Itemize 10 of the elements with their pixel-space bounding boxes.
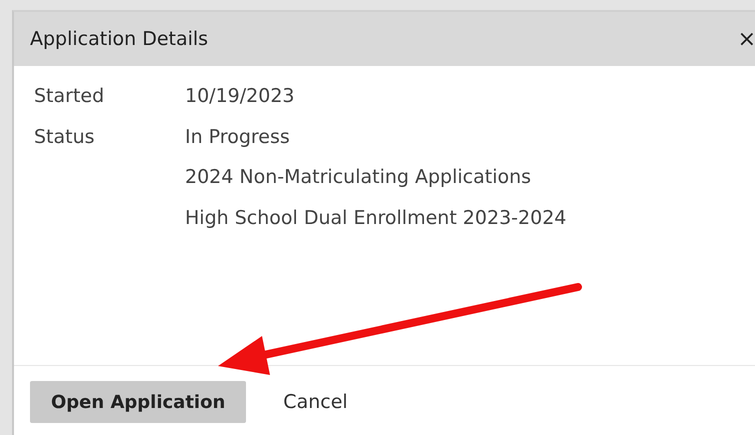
field-value: High School Dual Enrollment 2023-2024 xyxy=(185,206,566,228)
open-application-button[interactable]: Open Application xyxy=(30,381,246,423)
cancel-button[interactable]: Cancel xyxy=(262,381,369,423)
field-label: Started xyxy=(34,85,106,107)
dialog-title: Application Details xyxy=(30,28,208,50)
field-value: 2024 Non-Matriculating Applications xyxy=(185,166,532,188)
field-label: Status xyxy=(34,126,96,148)
field-value: 10/19/2023 xyxy=(185,85,295,107)
field-value: In Progress xyxy=(185,126,290,148)
close-button[interactable]: × xyxy=(736,26,755,52)
